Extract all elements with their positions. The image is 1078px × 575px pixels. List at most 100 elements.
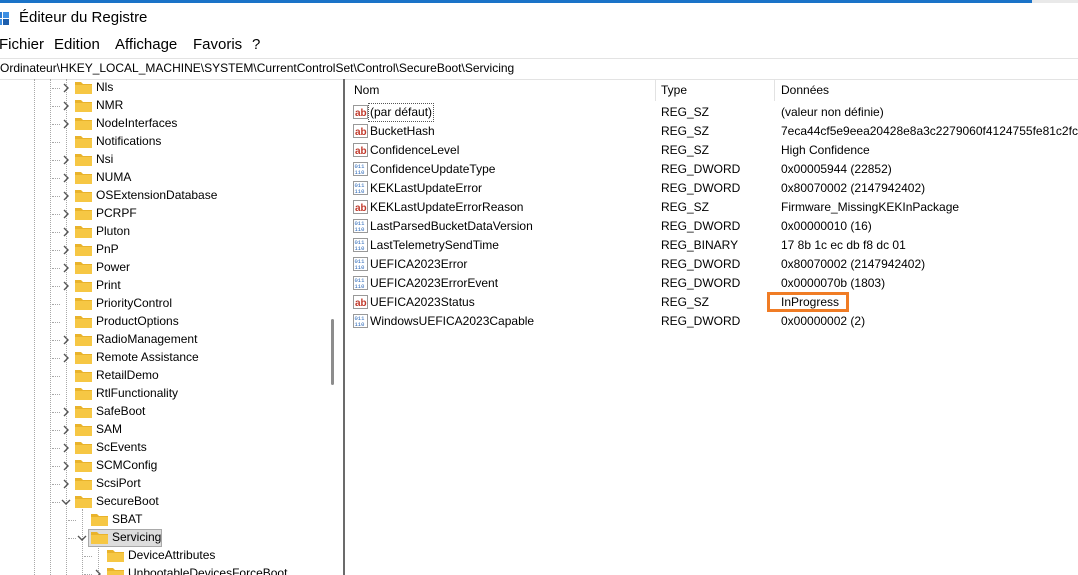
chevron-right-icon[interactable] xyxy=(61,100,71,111)
folder-icon xyxy=(75,350,92,364)
tree-guide-line xyxy=(52,214,60,215)
value-row[interactable]: 011 110 WindowsUEFICA2023Capable REG_DWORD 0… xyxy=(346,312,1078,331)
value-row[interactable]: 011 110 ConfidenceUpdateType REG_DWORD 0x000… xyxy=(346,160,1078,179)
tree-item-label: SBAT xyxy=(112,512,143,526)
chevron-right-icon[interactable] xyxy=(61,424,71,435)
tree-item[interactable]: Nsi xyxy=(0,151,326,169)
tree-item[interactable]: NodeInterfaces xyxy=(0,115,326,133)
chevron-right-icon[interactable] xyxy=(93,568,103,575)
menu-help[interactable]: ? xyxy=(252,36,260,53)
address-path[interactable]: Ordinateur\HKEY_LOCAL_MACHINE\SYSTEM\Cur… xyxy=(0,61,514,75)
tree-item-label: ScsiPort xyxy=(96,476,141,490)
value-row[interactable]: ab ConfidenceLevel REG_SZ High Confidence xyxy=(346,141,1078,160)
tree-item[interactable]: RtlFunctionality xyxy=(0,385,326,403)
chevron-right-icon[interactable] xyxy=(61,478,71,489)
value-row[interactable]: 011 110 KEKLastUpdateError REG_DWORD 0x80070… xyxy=(346,179,1078,198)
tree-item[interactable]: NMR xyxy=(0,97,326,115)
value-type: REG_BINARY xyxy=(661,238,739,252)
value-type: REG_DWORD xyxy=(661,162,741,176)
tree-item[interactable]: SCMConfig xyxy=(0,457,326,475)
menu-affichage[interactable]: Affichage xyxy=(115,36,177,53)
tree-item[interactable]: ProductOptions xyxy=(0,313,326,331)
tree-item[interactable]: Print xyxy=(0,277,326,295)
chevron-right-icon[interactable] xyxy=(61,262,71,273)
value-name: LastTelemetrySendTime xyxy=(370,238,499,252)
tree-item[interactable]: Pluton xyxy=(0,223,326,241)
folder-icon xyxy=(75,134,92,148)
value-row[interactable]: 011 110 LastTelemetrySendTime REG_BINARY 17 … xyxy=(346,236,1078,255)
address-bar[interactable]: Ordinateur\HKEY_LOCAL_MACHINE\SYSTEM\Cur… xyxy=(0,58,1078,80)
chevron-right-icon[interactable] xyxy=(61,460,71,471)
value-type: REG_DWORD xyxy=(661,219,741,233)
value-row[interactable]: 011 110 LastParsedBucketDataVersion REG_DWO… xyxy=(346,217,1078,236)
value-type: REG_DWORD xyxy=(661,257,741,271)
chevron-right-icon[interactable] xyxy=(61,442,71,453)
chevron-right-icon[interactable] xyxy=(61,172,71,183)
svg-text:110: 110 xyxy=(355,188,365,195)
column-header-name[interactable]: Nom xyxy=(354,83,379,105)
value-row[interactable]: ab (par défaut) REG_SZ (valeur non définie) xyxy=(346,103,1078,122)
chevron-right-icon[interactable] xyxy=(61,154,71,165)
value-row[interactable]: ab UEFICA2023Status REG_SZ InProgress xyxy=(346,293,1078,312)
chevron-right-icon[interactable] xyxy=(61,118,71,129)
chevron-right-icon[interactable] xyxy=(61,82,71,93)
tree-item[interactable]: SafeBoot xyxy=(0,403,326,421)
pane-splitter[interactable] xyxy=(343,79,345,575)
column-header-data[interactable]: Données xyxy=(781,83,829,105)
tree-item[interactable]: RadioManagement xyxy=(0,331,326,349)
folder-icon xyxy=(75,278,92,292)
tree-item[interactable]: RetailDemo xyxy=(0,367,326,385)
value-row[interactable]: 011 110 UEFICA2023ErrorEvent REG_DWORD 0x000… xyxy=(346,274,1078,293)
tree-item[interactable]: SAM xyxy=(0,421,326,439)
tree-item[interactable]: SBAT xyxy=(0,511,326,529)
chevron-right-icon[interactable] xyxy=(61,244,71,255)
folder-icon xyxy=(75,386,92,400)
menu-fichier[interactable]: Fichier xyxy=(0,36,44,53)
tree-item[interactable]: DeviceAttributes xyxy=(0,547,326,565)
column-header-type[interactable]: Type xyxy=(661,83,687,105)
tree-item[interactable]: Power xyxy=(0,259,326,277)
chevron-down-icon[interactable] xyxy=(61,496,71,506)
value-name: WindowsUEFICA2023Capable xyxy=(370,314,535,328)
tree-item[interactable]: PCRPF xyxy=(0,205,326,223)
tree-scrollbar-thumb[interactable] xyxy=(331,319,334,385)
value-data: 0x0000070b (1803) xyxy=(781,276,886,290)
svg-text:ab: ab xyxy=(355,146,367,157)
tree-item[interactable]: ScEvents xyxy=(0,439,326,457)
tree-item[interactable]: UnbootableDevicesForceBoot xyxy=(0,565,326,575)
chevron-down-icon[interactable] xyxy=(77,532,87,542)
chevron-right-icon[interactable] xyxy=(61,334,71,345)
column-separator[interactable] xyxy=(774,79,775,101)
value-row[interactable]: ab BucketHash REG_SZ 7eca44cf5e9eea20428e8a… xyxy=(346,122,1078,141)
menu-favoris[interactable]: Favoris xyxy=(193,36,242,53)
tree-item[interactable]: Servicing xyxy=(0,529,326,547)
chevron-right-icon[interactable] xyxy=(61,352,71,363)
tree-item[interactable]: Remote Assistance xyxy=(0,349,326,367)
tree-item[interactable]: PriorityControl xyxy=(0,295,326,313)
tree-item[interactable]: Notifications xyxy=(0,133,326,151)
tree-pane[interactable]: Nls NMR NodeInterfaces Notifications Nsi NUMA… xyxy=(0,79,326,575)
tree-item[interactable]: OSExtensionDatabase xyxy=(0,187,326,205)
tree-item[interactable]: ScsiPort xyxy=(0,475,326,493)
chevron-right-icon[interactable] xyxy=(61,226,71,237)
column-separator[interactable] xyxy=(655,79,656,101)
tree-item[interactable]: PnP xyxy=(0,241,326,259)
value-row[interactable]: ab KEKLastUpdateErrorReason REG_SZ Firmware… xyxy=(346,198,1078,217)
chevron-right-icon[interactable] xyxy=(61,190,71,201)
tree-guide-line xyxy=(52,502,60,503)
folder-icon xyxy=(75,152,92,166)
value-row[interactable]: 011 110 UEFICA2023Error REG_DWORD 0x80070002… xyxy=(346,255,1078,274)
folder-icon xyxy=(107,548,124,562)
tree-item[interactable]: NUMA xyxy=(0,169,326,187)
chevron-right-icon[interactable] xyxy=(61,406,71,417)
chevron-right-icon[interactable] xyxy=(61,280,71,291)
menu-edition[interactable]: Edition xyxy=(54,36,100,53)
values-pane[interactable]: Nom Type Données ab (par défaut) REG_SZ (va… xyxy=(346,79,1078,575)
tree-item[interactable]: Nls xyxy=(0,79,326,97)
binary-value-icon: 011 110 xyxy=(353,219,368,233)
registry-editor-icon xyxy=(0,12,9,25)
chevron-right-icon[interactable] xyxy=(61,208,71,219)
tree-guide-line xyxy=(52,322,60,323)
svg-text:110: 110 xyxy=(355,169,365,176)
tree-item[interactable]: SecureBoot xyxy=(0,493,326,511)
